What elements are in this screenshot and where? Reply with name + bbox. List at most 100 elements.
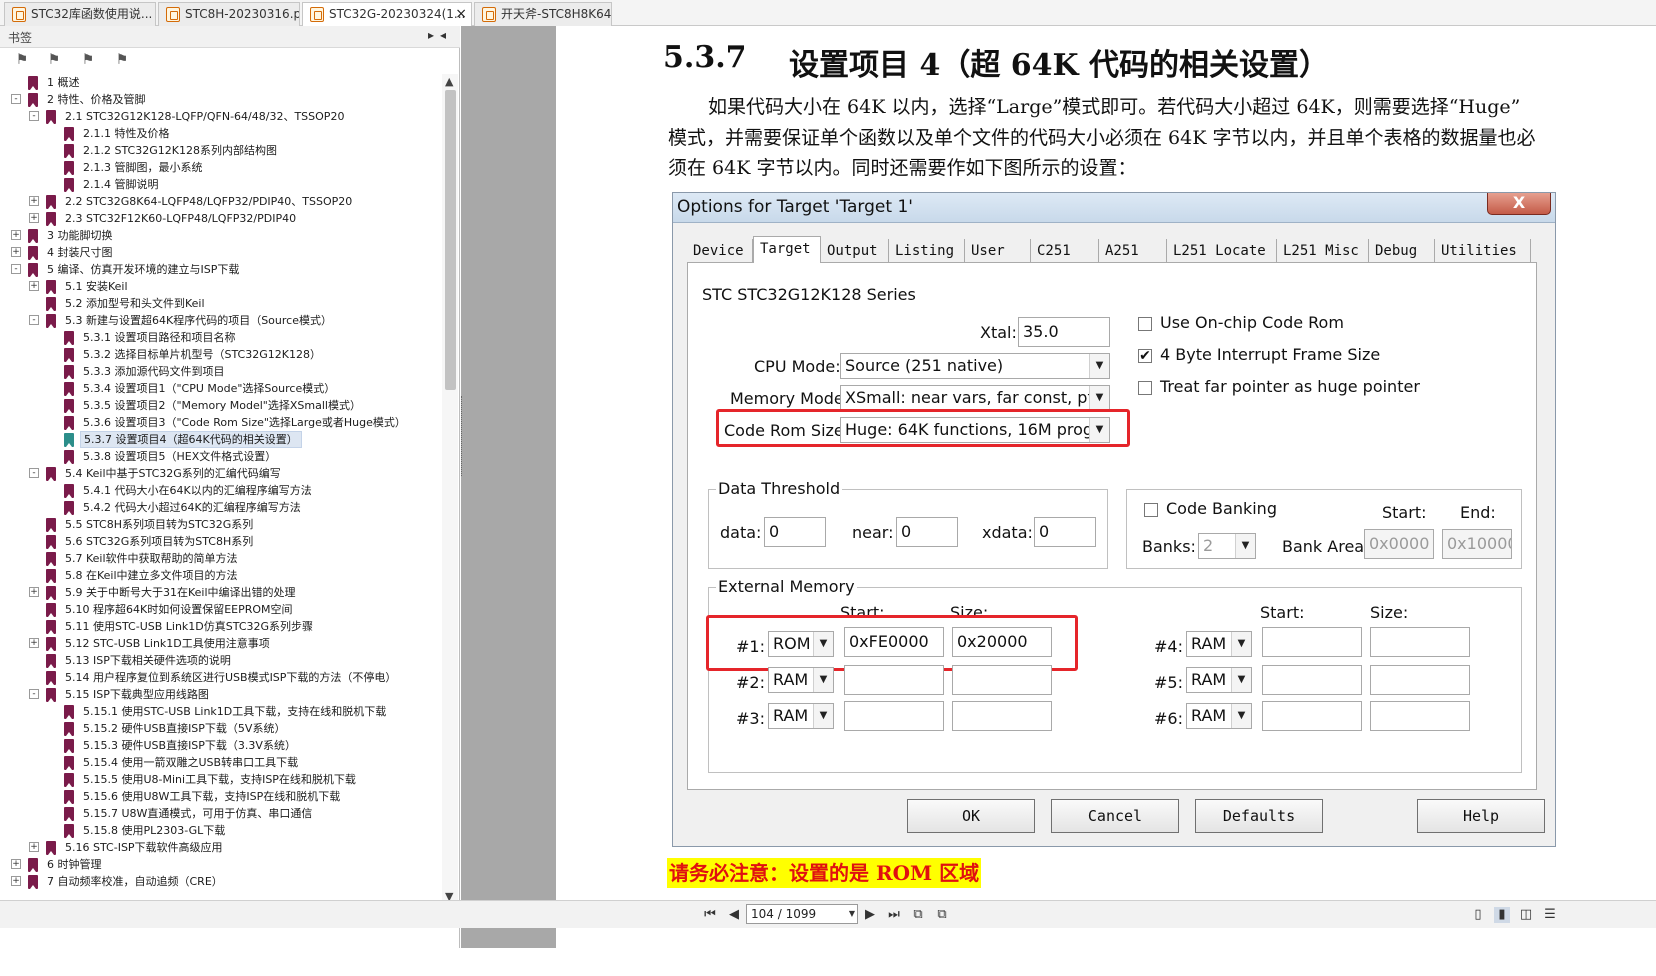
- cancel-button[interactable]: Cancel: [1051, 799, 1179, 833]
- bookmark-item[interactable]: 5.15.3 硬件USB直接ISP下载（3.3V系统）: [0, 737, 440, 754]
- code-rom-size-select[interactable]: Huge: 64K functions, 16M progr. ▼: [840, 417, 1110, 443]
- tab-listing[interactable]: Listing: [889, 239, 965, 263]
- banks-select[interactable]: 2 ▼: [1198, 533, 1256, 559]
- expand-icon[interactable]: +: [11, 230, 21, 240]
- tab-kaitianfu[interactable]: 开天斧-STC8H8K64...: [474, 2, 612, 26]
- bookmark-item[interactable]: +7 自动频率校准，自动追频（CRE）: [0, 873, 440, 890]
- bookmark-item[interactable]: 5.14 用户程序复位到系统区进行USB模式ISP下载的方法（不停电）: [0, 669, 440, 686]
- dialog-close-button[interactable]: X: [1487, 193, 1551, 215]
- cover-view-icon[interactable]: ☰: [1542, 907, 1558, 923]
- far-pointer-checkbox[interactable]: [1138, 381, 1152, 395]
- ok-button[interactable]: OK: [907, 799, 1035, 833]
- tab-stc32g-manual[interactable]: STC32G-20230324(1... ×: [302, 2, 472, 27]
- bank-area-start-input[interactable]: 0x0000: [1364, 529, 1434, 559]
- tab-output[interactable]: Output: [821, 239, 889, 263]
- ext-mem-3-size-input[interactable]: [952, 701, 1052, 731]
- bank-area-end-input[interactable]: 0x10000: [1442, 529, 1512, 559]
- bookmark-item[interactable]: 5.4.2 代码大小超过64K的汇编程序编写方法: [0, 499, 440, 516]
- expand-icon[interactable]: +: [29, 842, 39, 852]
- ext-mem-2-size-input[interactable]: [952, 665, 1052, 695]
- expand-icon[interactable]: +: [29, 281, 39, 291]
- next-view-icon[interactable]: ⧉: [934, 907, 950, 923]
- bookmark-item[interactable]: 5.15.8 使用PL2303-GL下载: [0, 822, 440, 839]
- ext-mem-1-type-select[interactable]: ROM ▼: [768, 631, 834, 657]
- ext-mem-6-start-input[interactable]: [1262, 701, 1362, 731]
- near-threshold-input[interactable]: 0: [896, 517, 958, 547]
- facing-view-icon[interactable]: ◫: [1518, 907, 1534, 923]
- code-banking-checkbox[interactable]: [1144, 503, 1158, 517]
- bookmark-item[interactable]: 5.3.7 设置项目4（超64K代码的相关设置）: [0, 431, 440, 448]
- find-bookmark-icon[interactable]: ⚑: [112, 52, 132, 70]
- bookmark-item[interactable]: 5.8 在Keil中建立多文件项目的方法: [0, 567, 440, 584]
- collapse-icon[interactable]: -: [11, 264, 21, 274]
- tab-user[interactable]: User: [965, 239, 1031, 263]
- bookmark-item[interactable]: 5.10 程序超64K时如何设置保留EEPROM空间: [0, 601, 440, 618]
- ext-mem-1-start-input[interactable]: 0xFE0000: [844, 627, 944, 657]
- bookmark-item[interactable]: - 2.1 STC32G12K128-LQFP/QFN-64/48/32、TSSO…: [0, 108, 440, 125]
- xtal-input[interactable]: 35.0: [1018, 317, 1110, 347]
- continuous-view-icon[interactable]: ▮: [1494, 907, 1510, 923]
- ext-mem-2-type-select[interactable]: RAM ▼: [768, 667, 834, 693]
- tab-target[interactable]: Target: [753, 236, 821, 264]
- cpu-mode-select[interactable]: Source (251 native) ▼: [840, 353, 1110, 379]
- bookmark-item[interactable]: 5.5 STC8H系列项目转为STC32G系列: [0, 516, 440, 533]
- bookmark-item[interactable]: 5.15.4 使用一箭双雕之USB转串口工具下载: [0, 754, 440, 771]
- bookmark-item[interactable]: 5.3.4 设置项目1（"CPU Mode"选择Source模式）: [0, 380, 440, 397]
- tab-debug[interactable]: Debug: [1369, 239, 1435, 263]
- next-page-icon[interactable]: ▶: [862, 907, 878, 923]
- ext-mem-4-start-input[interactable]: [1262, 627, 1362, 657]
- bookmark-item[interactable]: +2.2 STC32G8K64-LQFP48/LQFP32/PDIP40、TSS…: [0, 193, 440, 210]
- bookmark-item[interactable]: 5.3.3 添加源代码文件到项目: [0, 363, 440, 380]
- collapse-icon[interactable]: -: [29, 315, 39, 325]
- bookmark-item[interactable]: +5.9 关于中断号大于31在Keil中编译出错的处理: [0, 584, 440, 601]
- collapse-icon[interactable]: -: [29, 111, 39, 121]
- bookmark-item[interactable]: 5.2 添加型号和头文件到Keil: [0, 295, 440, 312]
- bookmark-item[interactable]: +6 时钟管理: [0, 856, 440, 873]
- bookmark-item[interactable]: 5.15.6 使用U8W工具下载，支持ISP在线和脱机下载: [0, 788, 440, 805]
- ext-mem-5-type-select[interactable]: RAM ▼: [1186, 667, 1252, 693]
- ext-mem-3-start-input[interactable]: [844, 701, 944, 731]
- expand-icon[interactable]: +: [29, 196, 39, 206]
- bookmark-item[interactable]: 1 概述: [0, 74, 440, 91]
- memory-model-select[interactable]: XSmall: near vars, far const, ptr-4 ▼: [840, 385, 1110, 411]
- bookmarks-vertical-scrollbar[interactable]: ▲ ▼: [442, 74, 458, 906]
- bookmark-item[interactable]: +4 封装尺寸图: [0, 244, 440, 261]
- bookmark-item[interactable]: +2.3 STC32F12K60-LQFP48/LQFP32/PDIP40: [0, 210, 440, 227]
- bookmark-item[interactable]: +3 功能脚切换: [0, 227, 440, 244]
- expand-bookmark-icon[interactable]: ⚑: [12, 52, 32, 70]
- use-onchip-rom-checkbox[interactable]: [1138, 317, 1152, 331]
- bookmark-item[interactable]: 2.1.2 STC32G12K128系列内部结构图: [0, 142, 440, 159]
- ext-mem-6-type-select[interactable]: RAM ▼: [1186, 703, 1252, 729]
- bookmark-item[interactable]: 5.3.8 设置项目5（HEX文件格式设置）: [0, 448, 440, 465]
- bookmark-item[interactable]: - 5.3 新建与设置超64K程序代码的项目（Source模式）: [0, 312, 440, 329]
- ext-mem-3-type-select[interactable]: RAM ▼: [768, 703, 834, 729]
- bookmark-item[interactable]: 2.1.4 管脚说明: [0, 176, 440, 193]
- bookmark-item[interactable]: 5.13 ISP下载相关硬件选项的说明: [0, 652, 440, 669]
- bookmark-item[interactable]: +5.1 安装Keil: [0, 278, 440, 295]
- bookmark-item[interactable]: +5.12 STC-USB Link1D工具使用注意事项: [0, 635, 440, 652]
- ext-mem-1-size-input[interactable]: 0x20000: [952, 627, 1052, 657]
- expand-icon[interactable]: +: [29, 213, 39, 223]
- bookmark-item[interactable]: - 5.15 ISP下载典型应用线路图: [0, 686, 440, 703]
- tab-stc8h-manual[interactable]: STC8H-20230316.p...: [158, 2, 300, 26]
- bookmark-item[interactable]: 5.15.1 使用STC-USB Link1D工具下载，支持在线和脱机下载: [0, 703, 440, 720]
- bookmark-item[interactable]: 5.3.2 选择目标单片机型号（STC32G12K128）: [0, 346, 440, 363]
- bookmark-item[interactable]: 2.1.3 管脚图，最小系统: [0, 159, 440, 176]
- collapse-icon[interactable]: -: [29, 689, 39, 699]
- tab-a251[interactable]: A251: [1099, 239, 1167, 263]
- tab-c251[interactable]: C251: [1031, 239, 1099, 263]
- bookmark-item[interactable]: 5.15.7 U8W直通模式，可用于仿真、串口通信: [0, 805, 440, 822]
- ext-mem-5-size-input[interactable]: [1370, 665, 1470, 695]
- bookmark-item[interactable]: 5.15.2 硬件USB直接ISP下载（5V系统）: [0, 720, 440, 737]
- splitter-grip[interactable]: [461, 396, 465, 476]
- expand-icon[interactable]: +: [29, 638, 39, 648]
- collapse-icon[interactable]: -: [11, 94, 21, 104]
- tab-utilities[interactable]: Utilities: [1435, 239, 1531, 263]
- collapse-icon[interactable]: -: [29, 468, 39, 478]
- previous-page-icon[interactable]: ◀: [726, 907, 742, 923]
- ext-mem-4-size-input[interactable]: [1370, 627, 1470, 657]
- bookmark-item[interactable]: - 5 编译、仿真开发环境的建立与ISP下载: [0, 261, 440, 278]
- scroll-up-icon[interactable]: ▲: [445, 75, 453, 88]
- bookmark-item[interactable]: +5.16 STC-ISP下载软件高级应用: [0, 839, 440, 856]
- tab-l251-locate[interactable]: L251 Locate: [1167, 239, 1277, 263]
